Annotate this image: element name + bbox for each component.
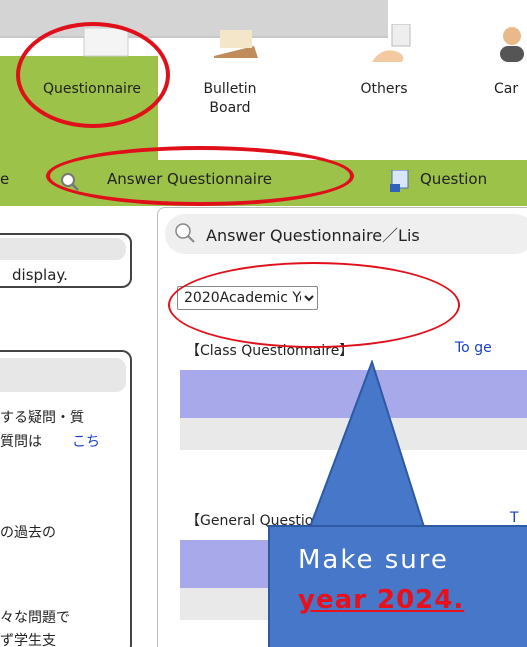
bulletin-board-icon: [214, 30, 258, 58]
tab-bulletin-board[interactable]: Bulletin Board: [186, 80, 274, 118]
main-panel-title: Answer Questionnaire／Lis: [206, 226, 420, 245]
instruction-text-line2: year 2024.: [298, 585, 465, 615]
left-panel-info-header: [0, 358, 126, 392]
questionnaire-list-icon: [390, 170, 409, 192]
submenu-prev-item[interactable]: e: [0, 170, 9, 188]
left-panel-info-line: 質問は: [0, 434, 42, 450]
left-panel-info-link[interactable]: こち: [72, 431, 100, 451]
general-questionnaire-link[interactable]: T: [510, 510, 519, 526]
callout-pointer: [308, 360, 426, 528]
left-panel-info: [0, 350, 132, 647]
left-panel-info-line: ず学生支: [0, 633, 56, 647]
hand-icon: [372, 24, 411, 62]
tab-career[interactable]: Car: [494, 80, 527, 99]
search-icon: [175, 223, 195, 243]
tab-others[interactable]: Others: [348, 80, 420, 99]
highlight-answer-questionnaire: [46, 146, 354, 206]
left-panel-notice-text: display.: [12, 266, 68, 284]
class-questionnaire-link[interactable]: To ge: [455, 340, 492, 356]
highlight-year-select: [168, 262, 460, 348]
submenu-questionnaire-results[interactable]: Question: [420, 170, 487, 188]
instruction-text-line1: Make sure: [298, 545, 449, 575]
highlight-questionnaire-tab: [16, 22, 170, 128]
left-panel-info-line: 々な問題で: [0, 610, 70, 626]
left-panel-info-line: の過去の: [0, 525, 56, 541]
left-panel-notice-header: [0, 238, 126, 260]
left-panel-info-line: する疑問・質: [0, 410, 84, 426]
person-icon: [500, 27, 524, 62]
